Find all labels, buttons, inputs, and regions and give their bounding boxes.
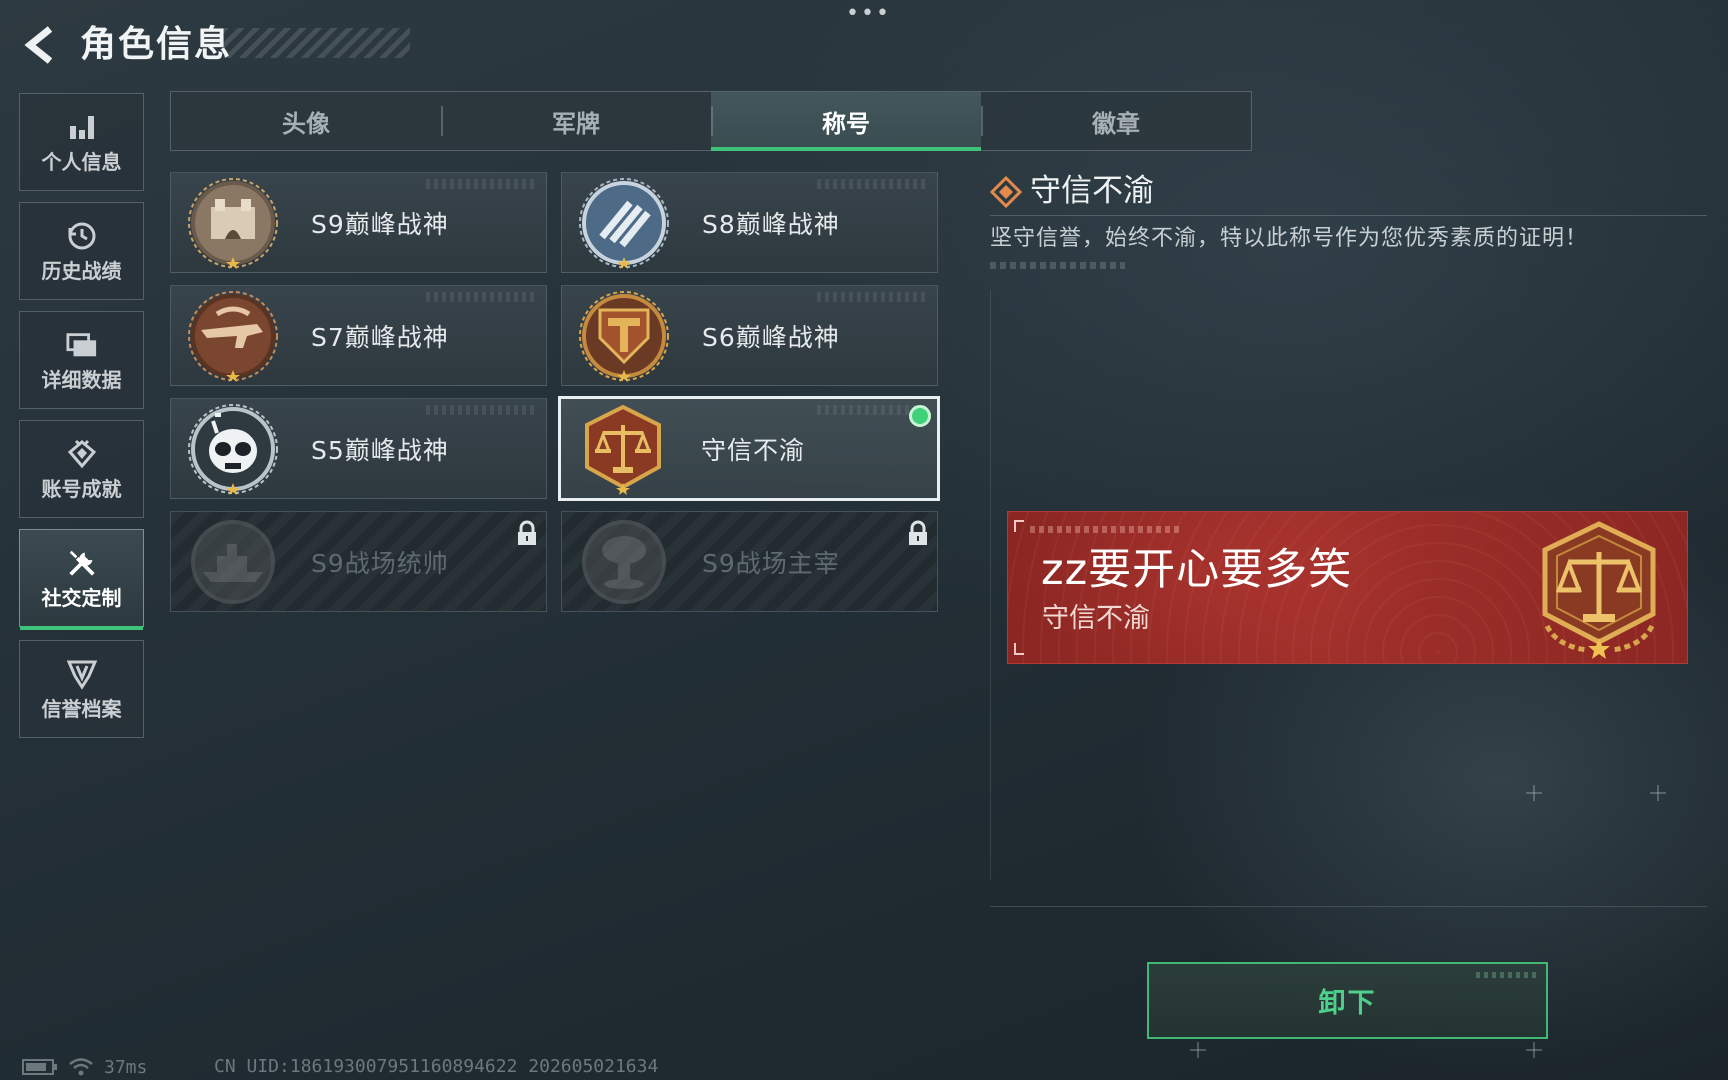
user-uid: CN UID:1861930079511608946​22 2026050216… xyxy=(214,1056,659,1077)
title-name: S9战场统帅 xyxy=(311,548,449,578)
card-decoration xyxy=(426,292,536,302)
sidebar-item-label: 账号成就 xyxy=(41,477,122,501)
title-name: S5巅峰战神 xyxy=(311,435,449,465)
banner-decoration xyxy=(1030,526,1180,533)
category-tabs: 头像 军牌 称号 徽章 xyxy=(170,91,1252,151)
blue-stripes-emblem-icon xyxy=(579,177,669,269)
achievement-icon xyxy=(66,438,98,470)
history-clock-icon xyxy=(66,220,98,252)
crosshair-decoration xyxy=(1190,1042,1206,1058)
ping-value: 37ms xyxy=(104,1056,148,1078)
detail-divider xyxy=(990,215,1707,216)
card-decoration xyxy=(817,179,927,189)
card-decoration xyxy=(426,405,536,415)
title-name: S9巅峰战神 xyxy=(311,209,449,239)
detail-subtext-decoration xyxy=(990,262,1125,269)
t-shield-emblem-icon xyxy=(579,290,669,382)
crosshair-decoration xyxy=(1526,785,1542,801)
title-card-s6-peak[interactable]: S6巅峰战神 xyxy=(561,285,938,386)
unequip-label: 卸下 xyxy=(1318,988,1377,1019)
wrench-screwdriver-icon xyxy=(66,547,98,579)
sidebar-item-label: 社交定制 xyxy=(41,586,122,610)
title-name: S8巅峰战神 xyxy=(702,209,840,239)
sidebar-item-reputation[interactable]: 信誉档案 xyxy=(19,640,144,738)
card-decoration xyxy=(426,179,536,189)
title-card-s5-peak[interactable]: S5巅峰战神 xyxy=(170,398,547,499)
sidebar-item-label: 历史战绩 xyxy=(41,259,122,283)
lock-icon xyxy=(909,520,927,545)
active-indicator xyxy=(20,626,143,630)
corner-bracket xyxy=(1014,520,1024,532)
skull-mask-emblem-icon xyxy=(188,403,278,495)
wifi-icon xyxy=(69,1058,93,1076)
detail-title: 守信不渝 xyxy=(1030,173,1154,209)
more-menu-icon[interactable]: ••• xyxy=(846,3,889,25)
tab-dog-tag[interactable]: 军牌 xyxy=(441,92,711,150)
back-button[interactable] xyxy=(18,22,66,68)
reputation-shield-icon xyxy=(66,658,98,690)
title-name: S6巅峰战神 xyxy=(702,322,840,352)
sidebar-item-achievements[interactable]: 账号成就 xyxy=(19,420,144,518)
title-card-s7-peak[interactable]: S7巅峰战神 xyxy=(170,285,547,386)
crosshair-decoration xyxy=(1526,1042,1542,1058)
bar-chart-icon xyxy=(66,111,98,143)
scales-emblem-icon xyxy=(1542,521,1656,659)
title-name: S9战场主宰 xyxy=(702,548,840,578)
sidebar-item-label: 详细数据 xyxy=(41,368,122,392)
title-card-keep-faith[interactable]: 守信不渝 xyxy=(558,396,940,501)
unequip-button[interactable]: 卸下 xyxy=(1147,962,1548,1039)
scales-emblem-icon xyxy=(585,404,661,495)
button-decoration xyxy=(1476,972,1536,978)
title-name: 守信不渝 xyxy=(701,435,806,465)
warship-emblem-icon xyxy=(191,519,275,604)
equipped-indicator xyxy=(909,405,931,427)
nameplate-title: 守信不渝 xyxy=(1042,603,1150,634)
crosshair-decoration xyxy=(1650,785,1666,801)
player-name: zz要开心要多笑 xyxy=(1041,545,1353,595)
corner-bracket xyxy=(1014,643,1024,655)
sidebar-item-history[interactable]: 历史战绩 xyxy=(19,202,144,300)
weapon-emblem-icon xyxy=(188,290,278,382)
frame-line xyxy=(990,290,991,880)
lock-icon xyxy=(518,520,536,545)
title-decoration xyxy=(222,28,410,58)
sidebar-item-label: 个人信息 xyxy=(41,150,122,174)
tab-badge[interactable]: 徽章 xyxy=(981,92,1251,150)
folder-icon xyxy=(65,329,98,361)
mushroom-cloud-emblem-icon xyxy=(582,519,666,604)
sidebar-item-social-custom[interactable]: 社交定制 xyxy=(19,529,144,630)
sidebar-item-detailed-data[interactable]: 详细数据 xyxy=(19,311,144,409)
sidebar-item-personal-info[interactable]: 个人信息 xyxy=(19,93,144,191)
page-title: 角色信息 xyxy=(80,24,233,65)
back-arrow-icon xyxy=(24,26,53,64)
fortress-emblem-icon xyxy=(188,177,278,269)
sidebar-item-label: 信誉档案 xyxy=(41,697,122,721)
title-name: S7巅峰战神 xyxy=(311,322,449,352)
title-card-s9-peak[interactable]: S9巅峰战神 xyxy=(170,172,547,273)
card-decoration xyxy=(817,292,927,302)
title-card-s8-peak[interactable]: S8巅峰战神 xyxy=(561,172,938,273)
battery-icon xyxy=(22,1059,57,1075)
diamond-cluster-icon xyxy=(990,176,1022,208)
title-card-s9-commander[interactable]: S9战场统帅 xyxy=(170,511,547,612)
frame-line xyxy=(990,906,1707,907)
network-status: 37ms xyxy=(22,1056,147,1078)
detail-description: 坚守信誉，始终不渝，特以此称号作为您优秀素质的证明！ xyxy=(990,226,1589,251)
nameplate-preview: zz要开心要多笑 守信不渝 xyxy=(1007,511,1688,664)
tab-avatar[interactable]: 头像 xyxy=(171,92,441,150)
tab-title[interactable]: 称号 xyxy=(711,92,981,151)
title-card-s9-dominator[interactable]: S9战场主宰 xyxy=(561,511,938,612)
